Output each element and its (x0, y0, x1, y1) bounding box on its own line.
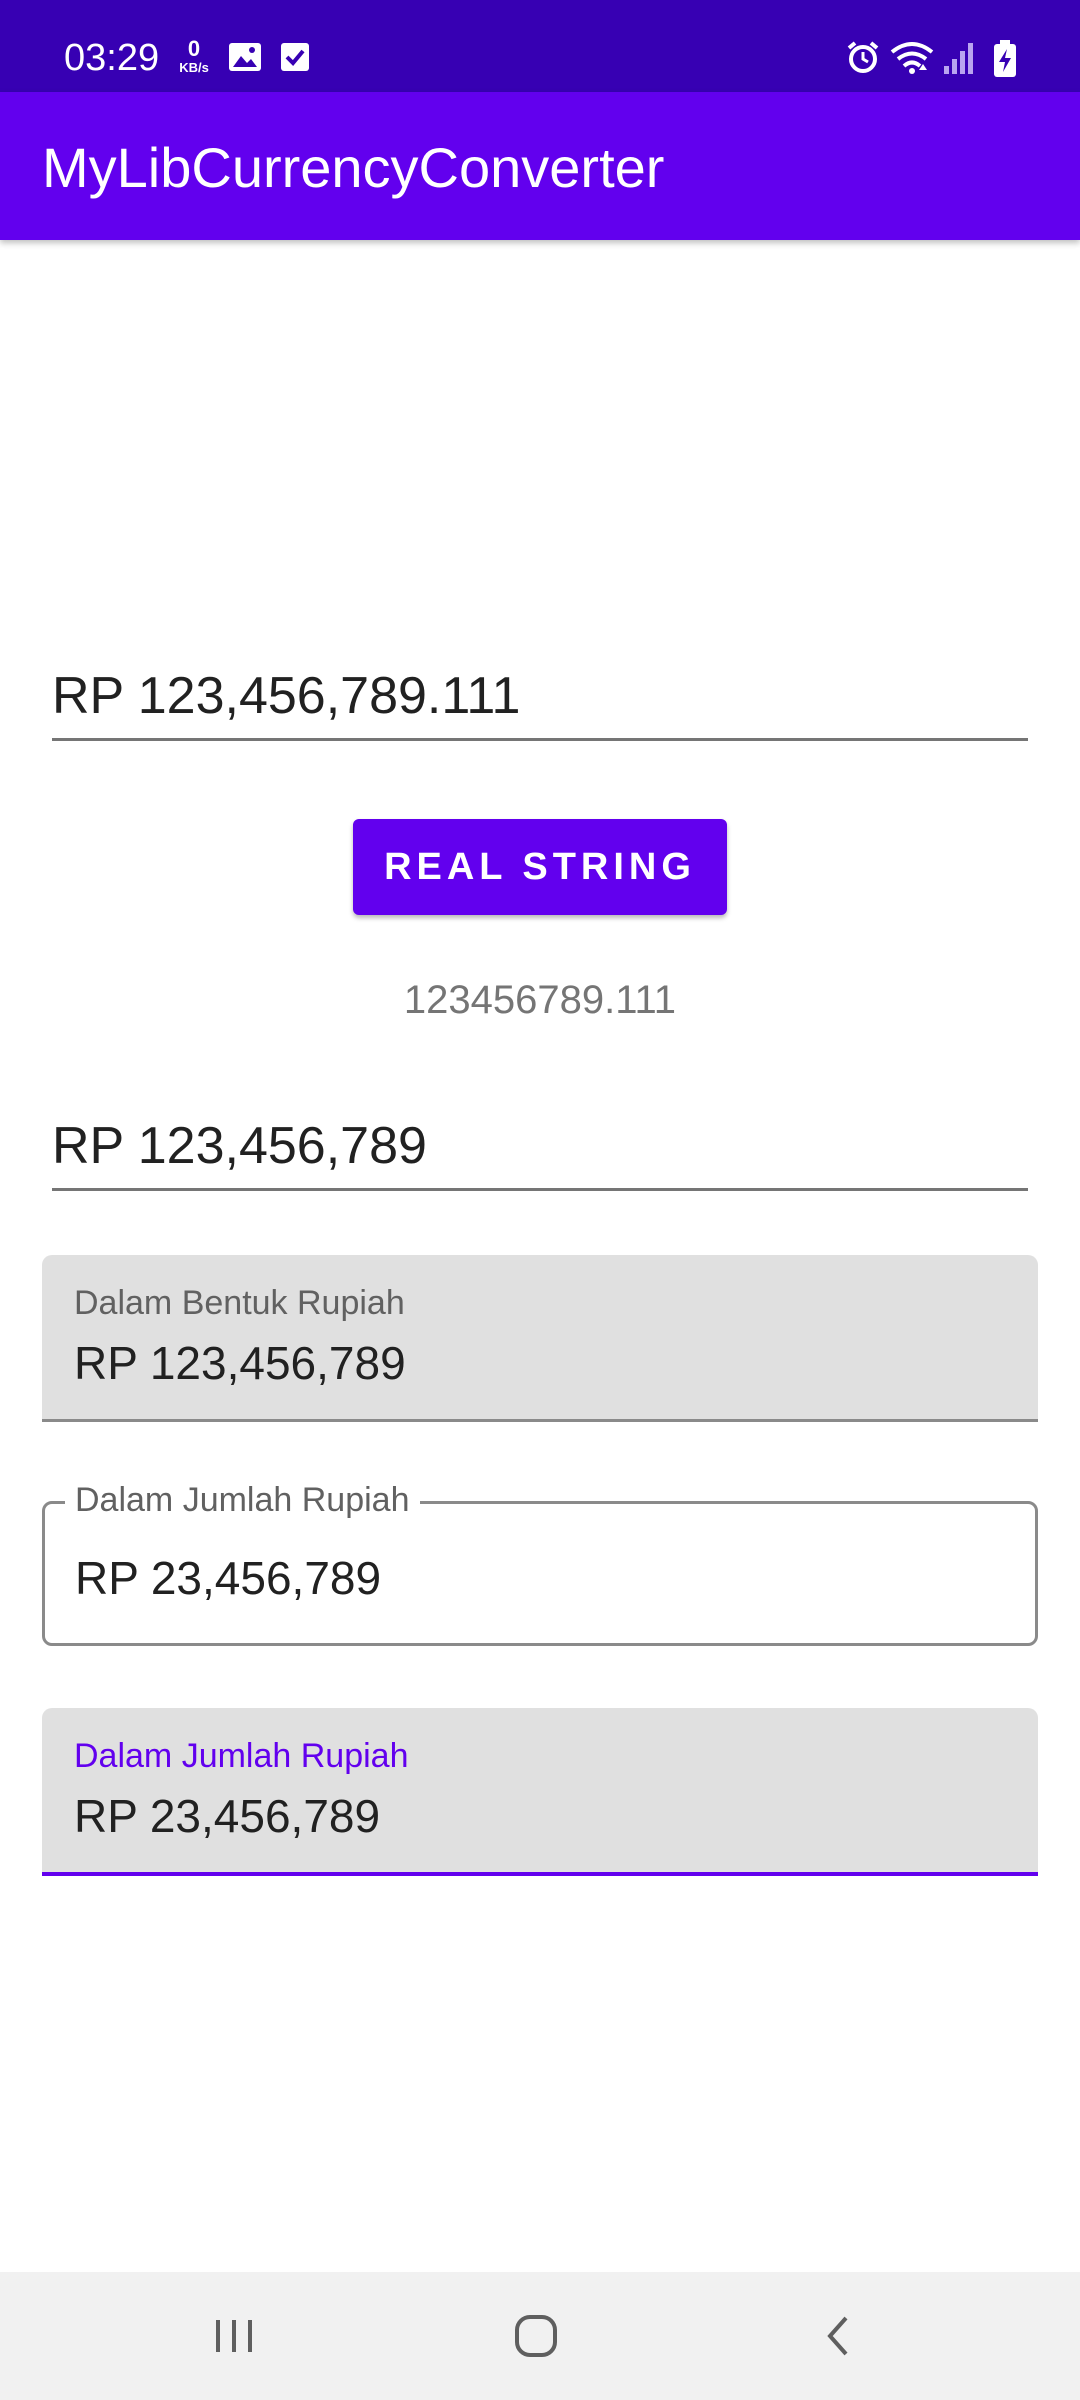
navigation-bar (0, 2272, 1080, 2400)
signal-icon (942, 40, 976, 81)
checkbox-notification-icon (278, 40, 312, 79)
currency-input-real-value: RP 123,456,789.111 (52, 667, 521, 725)
battery-charging-icon (990, 40, 1020, 83)
app-bar: MyLibCurrencyConverter (0, 92, 1080, 240)
status-time: 03:29 (64, 37, 160, 79)
rupiah-form-field[interactable]: Dalam Bentuk Rupiah RP 123,456,789 (42, 1255, 1038, 1422)
home-icon[interactable] (512, 2312, 560, 2365)
network-speed-unit: KB/s (179, 60, 209, 75)
currency-input-integer-value: RP 123,456,789 (52, 1117, 427, 1175)
network-speed-value: 0 (187, 36, 201, 61)
currency-input-real[interactable]: RP 123,456,789.111 (52, 650, 1028, 741)
rupiah-amount-filled-label: Dalam Jumlah Rupiah (74, 1737, 409, 1775)
wifi-icon (890, 40, 934, 81)
network-speed: 0 KB/s (174, 38, 214, 76)
rupiah-amount-outlined-value: RP 23,456,789 (75, 1552, 382, 1604)
rupiah-form-field-value: RP 123,456,789 (74, 1337, 406, 1389)
gallery-icon (228, 40, 262, 79)
rupiah-amount-filled-value: RP 23,456,789 (74, 1790, 381, 1842)
app-title: MyLibCurrencyConverter (42, 136, 665, 199)
currency-input-integer[interactable]: RP 123,456,789 (52, 1100, 1028, 1191)
rupiah-amount-outlined-field[interactable]: Dalam Jumlah Rupiah RP 23,456,789 (42, 1478, 1038, 1646)
real-string-button[interactable]: REAL STRING (353, 819, 727, 915)
rupiah-form-field-label: Dalam Bentuk Rupiah (74, 1284, 405, 1322)
real-string-result: 123456789.111 (403, 978, 677, 1022)
status-bar: 03:29 0 KB/s (0, 0, 1080, 92)
alarm-icon (845, 40, 881, 81)
back-icon[interactable] (818, 2312, 858, 2365)
rupiah-amount-filled-field[interactable]: Dalam Jumlah Rupiah RP 23,456,789 (42, 1708, 1038, 1876)
rupiah-amount-outlined-label: Dalam Jumlah Rupiah (65, 1478, 420, 1522)
recent-apps-icon[interactable] (212, 2312, 256, 2365)
